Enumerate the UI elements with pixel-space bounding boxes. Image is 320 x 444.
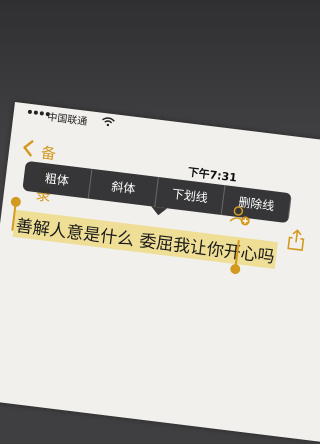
share-icon[interactable] [286,228,307,252]
carrier-name: 中国联通 [46,112,88,128]
format-menu: 粗体 斜体 下划线 删除线 [22,160,292,224]
status-bar: 中国联通 [13,102,320,164]
phone-screen: 中国联通 下午7:31 备忘录 粗体 斜体 下划线 删除线 善解人意是什么 委屈… [0,102,320,444]
format-menu-pointer [150,206,168,217]
format-menu-italic[interactable]: 斜体 [88,168,159,207]
format-menu-bold[interactable]: 粗体 [22,160,93,199]
dark-background: 中国联通 下午7:31 备忘录 粗体 斜体 下划线 删除线 善解人意是什么 委屈… [0,0,320,444]
add-people-icon[interactable] [228,203,253,228]
wifi-icon [102,117,115,127]
back-chevron-icon[interactable] [20,138,36,158]
